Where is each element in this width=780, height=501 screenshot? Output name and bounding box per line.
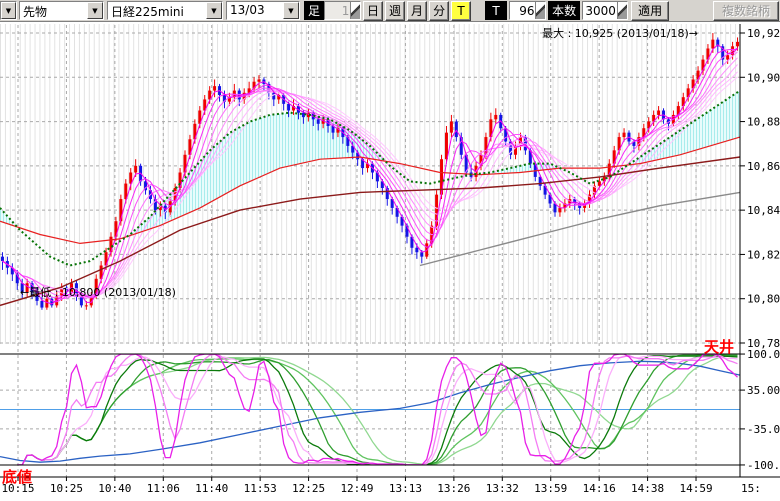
svg-text:10,825: 10,825 xyxy=(747,248,780,261)
svg-text:13:59: 13:59 xyxy=(534,482,567,495)
tick-count-field[interactable] xyxy=(509,1,546,20)
svg-text:10,925: 10,925 xyxy=(747,27,780,40)
svg-text:10,905: 10,905 xyxy=(747,71,780,84)
tick-count-input[interactable] xyxy=(510,2,535,19)
svg-text:14:59: 14:59 xyxy=(679,482,712,495)
instrument-type-select[interactable]: 先物 ▼ xyxy=(19,1,104,20)
chart-application-window: ▼ 先物 ▼ 日経225mini ▼ 13/03 ▼ 足 日 週 月 分 T T… xyxy=(0,0,780,501)
spinner-icon[interactable] xyxy=(350,2,360,19)
period-month-button[interactable]: 月 xyxy=(407,1,427,21)
dropdown-arrow-icon[interactable]: ▼ xyxy=(283,2,299,19)
bar-interval-input[interactable] xyxy=(325,2,350,19)
bars-count-label: 本数 xyxy=(548,1,580,20)
chart-area[interactable]: 10,925 10,905 10,885 10,865 10,845 10,825 10,8… xyxy=(0,22,780,501)
svg-text:-35.00: -35.00 xyxy=(747,423,780,436)
svg-text:底値: 底値 xyxy=(2,468,32,486)
svg-text:13:32: 13:32 xyxy=(486,482,519,495)
spinner-icon[interactable] xyxy=(535,2,545,19)
svg-text:15:: 15: xyxy=(741,482,761,495)
dropdown-arrow-icon[interactable]: ▼ xyxy=(1,2,16,19)
multi-symbol-button[interactable]: 複数銘柄 xyxy=(713,1,779,21)
toolbar: ▼ 先物 ▼ 日経225mini ▼ 13/03 ▼ 足 日 週 月 分 T T… xyxy=(0,0,780,22)
period-minute-button[interactable]: 分 xyxy=(429,1,449,21)
svg-text:10,845: 10,845 xyxy=(747,204,780,217)
spinner-icon[interactable] xyxy=(617,2,627,19)
svg-text:12:49: 12:49 xyxy=(340,482,373,495)
period-week-button[interactable]: 週 xyxy=(385,1,405,21)
tick-label: T xyxy=(485,1,507,20)
instrument-select[interactable]: 日経225mini ▼ xyxy=(107,1,223,20)
svg-text:14:16: 14:16 xyxy=(583,482,616,495)
bars-count-input[interactable] xyxy=(583,2,617,19)
apply-button[interactable]: 適用 xyxy=(631,1,669,21)
svg-text:35.00: 35.00 xyxy=(747,384,780,397)
svg-text:13:26: 13:26 xyxy=(437,482,470,495)
svg-text:10:25: 10:25 xyxy=(50,482,83,495)
svg-text:天井: 天井 xyxy=(704,338,734,356)
cutoff-combo[interactable]: ▼ xyxy=(0,1,17,20)
dropdown-arrow-icon[interactable]: ▼ xyxy=(87,2,103,19)
bar-interval-field[interactable] xyxy=(324,1,361,20)
bar-type-label: 足 xyxy=(304,1,324,20)
svg-text:11:53: 11:53 xyxy=(244,482,277,495)
svg-text:10:40: 10:40 xyxy=(98,482,131,495)
svg-text:100.00: 100.00 xyxy=(747,348,780,361)
svg-text:11:06: 11:06 xyxy=(147,482,180,495)
svg-text:11:40: 11:40 xyxy=(195,482,228,495)
contract-month-select[interactable]: 13/03 ▼ xyxy=(226,1,300,20)
instrument-type-value: 先物 xyxy=(20,2,87,19)
svg-text:-100.00: -100.00 xyxy=(747,459,780,472)
svg-text:13:13: 13:13 xyxy=(389,482,422,495)
price-chart-canvas[interactable]: 10,925 10,905 10,885 10,865 10,845 10,825 10,8… xyxy=(0,22,780,501)
svg-text:最大 : 10,925 (2013/01/18)→: 最大 : 10,925 (2013/01/18)→ xyxy=(542,26,698,40)
svg-text:12:25: 12:25 xyxy=(292,482,325,495)
instrument-value: 日経225mini xyxy=(108,2,206,19)
dropdown-arrow-icon[interactable]: ▼ xyxy=(206,2,222,19)
svg-text:10,885: 10,885 xyxy=(747,116,780,129)
svg-text:14:38: 14:38 xyxy=(631,482,664,495)
svg-text:10,865: 10,865 xyxy=(747,160,780,173)
period-tick-button[interactable]: T xyxy=(451,1,471,21)
period-day-button[interactable]: 日 xyxy=(363,1,383,21)
svg-text:10,805: 10,805 xyxy=(747,293,780,306)
svg-text:←最低 : 10,800 (2013/01/18): ←最低 : 10,800 (2013/01/18) xyxy=(20,286,176,299)
bars-count-field[interactable] xyxy=(582,1,628,20)
contract-month-value: 13/03 xyxy=(227,2,283,19)
